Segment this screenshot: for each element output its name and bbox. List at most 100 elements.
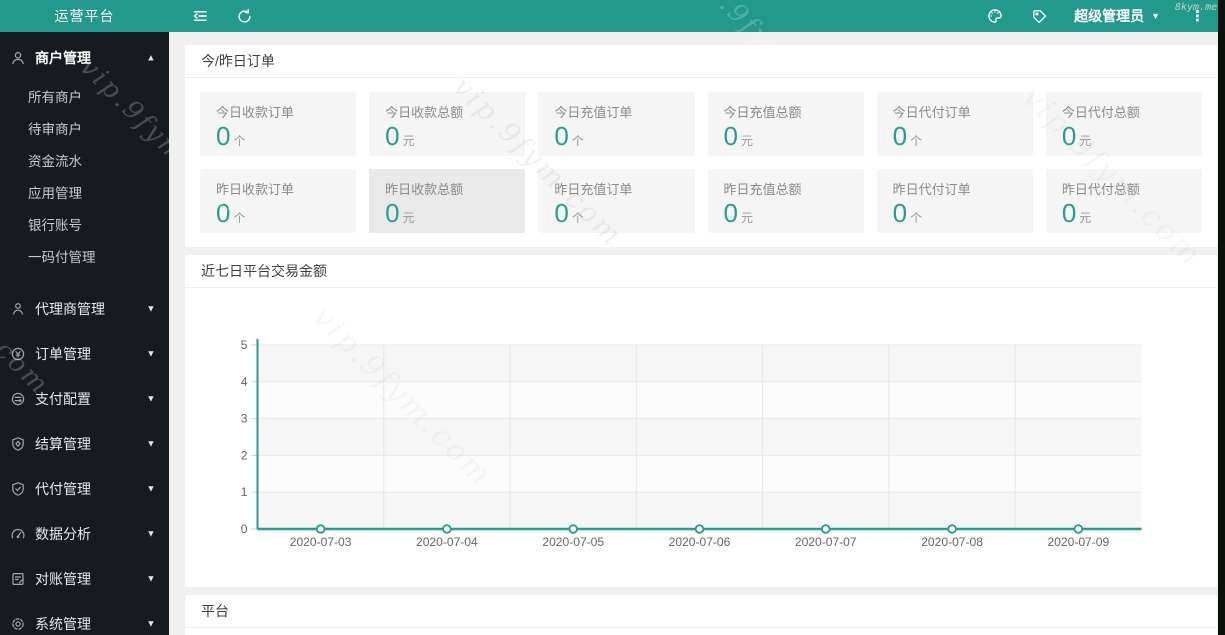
merchant-submenu: 所有商户 待审商户 资金流水 应用管理 银行账号 一码付管理 <box>0 80 169 280</box>
stat-unit: 个 <box>233 134 246 148</box>
sidebar-item-bank-accounts[interactable]: 银行账号 <box>0 210 169 242</box>
stat-value: 0 <box>554 121 569 151</box>
stat-card-today-payout-total: 今日代付总额 0元 <box>1045 92 1202 156</box>
sidebar-nav: 商户管理 ▲ 所有商户 待审商户 资金流水 应用管理 银行账号 一码付管理 代理… <box>0 32 169 635</box>
content: 今/昨日订单 今日收款订单 0个 今日收款总额 0元 今日充值订单 0个 今日充… <box>169 32 1225 635</box>
more-options-icon[interactable]: ⋮ <box>1186 9 1209 24</box>
stat-value: 0 <box>892 121 908 151</box>
y-tick-0: 0 <box>241 522 248 536</box>
stat-unit: 元 <box>1079 211 1092 225</box>
sidebar-item-system-management[interactable]: 系统管理 ▼ <box>0 601 169 635</box>
sidebar-item-merchant-management[interactable]: 商户管理 ▲ <box>0 35 169 80</box>
user-name: 超级管理员 <box>1074 8 1145 24</box>
stat-card-yesterday-payout-total: 昨日代付总额 0元 <box>1045 169 1202 233</box>
transactions-line-chart: 5 4 3 2 1 0 2020-07-03 2020-07-04 2020-0… <box>185 288 1217 587</box>
x-tick-4: 2020-07-07 <box>795 535 857 549</box>
chevron-down-icon: ▼ <box>146 528 156 539</box>
stat-value: 0 <box>723 121 738 151</box>
sidebar-groups: 代理商管理 ▼ 订单管理 ▼ 支付配置 ▼ 结算管理 ▼ 代付管理 ▼ 数据分析… <box>0 286 169 635</box>
document-pen-icon <box>10 571 26 587</box>
y-tick-4: 4 <box>241 375 248 389</box>
stat-card-today-recharge-total: 今日充值总额 0元 <box>707 92 864 156</box>
sidebar: 运营平台 商户管理 ▲ 所有商户 待审商户 资金流水 应用管理 银行账号 一码付… <box>0 0 169 635</box>
panel-title-orders: 今/昨日订单 <box>185 45 1217 78</box>
stat-unit: 个 <box>910 211 923 225</box>
chevron-down-icon: ▼ <box>146 393 156 404</box>
stat-card-yesterday-recharge-total: 昨日充值总额 0元 <box>707 169 864 233</box>
chevron-down-icon: ▼ <box>146 483 156 494</box>
x-tick-6: 2020-07-09 <box>1047 535 1109 549</box>
data-point-marker <box>1073 524 1084 534</box>
data-point-marker <box>694 524 705 534</box>
stat-unit: 个 <box>910 134 923 148</box>
x-tick-3: 2020-07-06 <box>669 535 731 549</box>
stat-card-today-recharge-orders: 今日充值订单 0个 <box>538 92 695 156</box>
user-menu[interactable]: 超级管理员 ▼ <box>1074 6 1160 26</box>
sidebar-item-payment-config[interactable]: 支付配置 ▼ <box>0 376 169 421</box>
right-edge-strip <box>1218 0 1225 635</box>
sidebar-item-fund-flow[interactable]: 资金流水 <box>0 146 169 178</box>
data-point-marker <box>821 524 831 534</box>
sidebar-item-app-management[interactable]: 应用管理 <box>0 178 169 210</box>
platform-panel: 平台 <box>185 595 1217 635</box>
sidebar-item-settlement-management[interactable]: 结算管理 ▼ <box>0 421 169 466</box>
stat-value: 0 <box>892 198 908 228</box>
panel-title-platform: 平台 <box>185 595 1217 628</box>
data-point-marker <box>442 524 452 534</box>
y-tick-5: 5 <box>241 338 248 352</box>
sidebar-item-data-analytics[interactable]: 数据分析 ▼ <box>0 511 169 556</box>
stat-unit: 个 <box>233 211 246 225</box>
stat-card-yesterday-payout-orders: 昨日代付订单 0个 <box>876 169 1033 233</box>
shield-check-icon <box>10 481 26 497</box>
stat-value: 0 <box>216 121 231 151</box>
stat-card-today-receive-total: 今日收款总额 0元 <box>369 92 526 156</box>
sidebar-item-label: 系统管理 <box>35 615 91 632</box>
sidebar-item-onecode-pay[interactable]: 一码付管理 <box>0 242 169 274</box>
chevron-down-icon: ▼ <box>1151 10 1160 21</box>
agent-icon <box>10 301 26 317</box>
stat-unit: 个 <box>571 211 584 225</box>
palette-icon[interactable] <box>986 7 1004 25</box>
stat-unit: 个 <box>571 134 584 148</box>
stat-card-today-payout-orders: 今日代付订单 0个 <box>876 92 1033 156</box>
sidebar-item-label: 订单管理 <box>35 345 91 362</box>
chevron-down-icon: ▼ <box>146 303 156 314</box>
sliders-icon <box>10 391 26 407</box>
gem-shield-icon <box>10 436 26 452</box>
stat-card-yesterday-receive-total: 昨日收款总额 0元 <box>369 169 526 233</box>
sidebar-item-order-management[interactable]: 订单管理 ▼ <box>0 331 169 376</box>
user-icon <box>10 50 26 66</box>
sidebar-item-label: 商户管理 <box>35 49 91 66</box>
sidebar-item-payout-management[interactable]: 代付管理 ▼ <box>0 466 169 511</box>
stat-value: 0 <box>1061 198 1077 228</box>
sidebar-item-reconciliation-management[interactable]: 对账管理 ▼ <box>0 556 169 601</box>
x-tick-5: 2020-07-08 <box>921 535 983 549</box>
stat-card-yesterday-recharge-orders: 昨日充值订单 0个 <box>538 169 695 233</box>
chart-panel: 近七日平台交易金额 5 4 3 2 1 0 2020-07-03 2020-07… <box>185 255 1217 587</box>
chevron-up-icon: ▲ <box>146 52 156 63</box>
sidebar-item-label: 数据分析 <box>35 525 91 542</box>
stat-cards-grid: 今日收款订单 0个 今日收款总额 0元 今日充值订单 0个 今日充值总额 0元 <box>185 78 1217 247</box>
data-point-marker <box>947 524 957 534</box>
data-point-marker <box>568 524 578 534</box>
sidebar-item-all-merchants[interactable]: 所有商户 <box>0 82 169 114</box>
panel-title-chart: 近七日平台交易金额 <box>185 255 1217 288</box>
stat-value: 0 <box>385 198 400 228</box>
stat-unit: 元 <box>740 211 753 225</box>
chevron-down-icon: ▼ <box>146 438 156 449</box>
tag-icon[interactable] <box>1030 7 1048 25</box>
stat-value: 0 <box>216 198 231 228</box>
stat-unit: 元 <box>740 134 753 148</box>
stat-card-yesterday-receive-orders: 昨日收款订单 0个 <box>200 169 357 233</box>
y-tick-2: 2 <box>241 448 248 462</box>
sidebar-item-agent-management[interactable]: 代理商管理 ▼ <box>0 286 169 331</box>
gauge-icon <box>10 526 26 542</box>
x-tick-2: 2020-07-05 <box>542 535 604 549</box>
refresh-icon[interactable] <box>235 7 253 25</box>
sidebar-item-pending-merchants[interactable]: 待审商户 <box>0 114 169 146</box>
stat-unit: 元 <box>402 211 415 225</box>
menu-fold-icon[interactable] <box>191 7 209 25</box>
x-tick-0: 2020-07-03 <box>290 535 352 549</box>
y-tick-1: 1 <box>241 485 248 499</box>
sidebar-item-label: 对账管理 <box>35 570 91 587</box>
